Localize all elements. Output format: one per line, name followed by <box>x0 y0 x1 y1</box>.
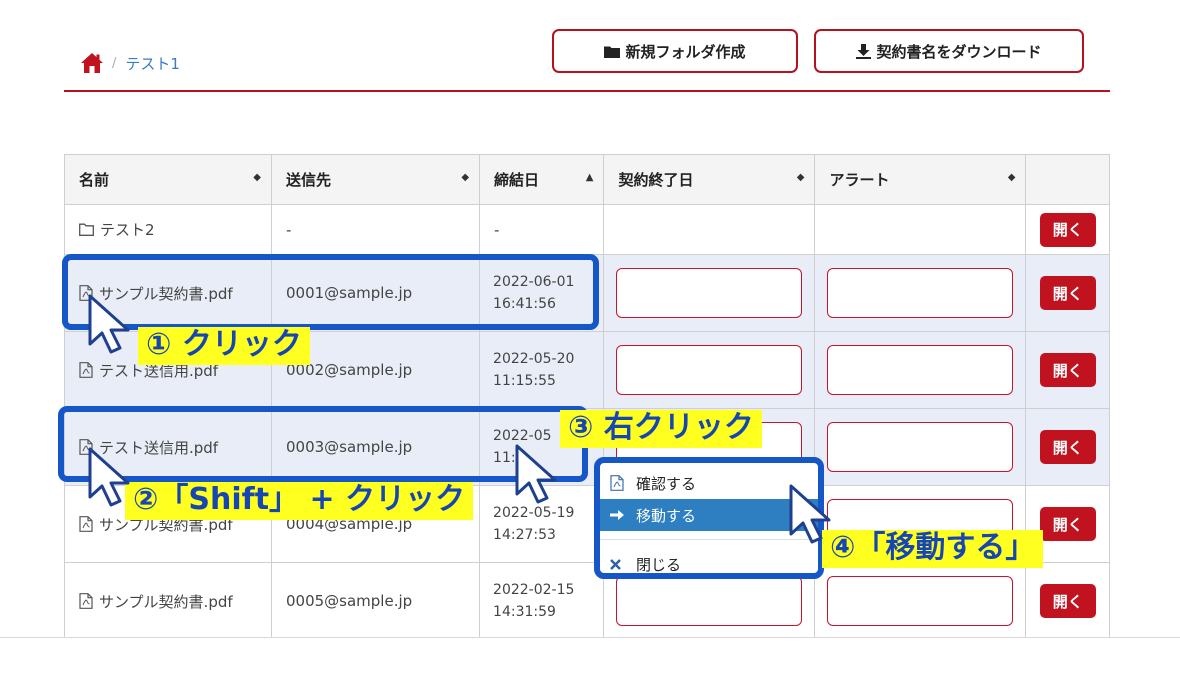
folder-outline-icon <box>79 223 94 236</box>
alert-input[interactable] <box>827 345 1014 395</box>
file-name: テスト2 <box>100 221 155 239</box>
menu-divider <box>600 539 818 540</box>
column-header-concluded-date[interactable]: 締結日 ▲ <box>479 154 605 205</box>
end-date-input[interactable] <box>616 576 803 626</box>
column-header-end-date[interactable]: 契約終了日 ◆ <box>603 154 816 205</box>
page-bottom <box>0 638 1180 690</box>
alert-input[interactable] <box>827 422 1014 472</box>
end-date-input[interactable] <box>616 268 803 318</box>
sort-icon: ◆ <box>461 172 470 183</box>
alert-input[interactable] <box>827 268 1014 318</box>
open-button[interactable]: 開く <box>1039 353 1096 387</box>
download-icon <box>856 43 872 59</box>
open-button[interactable]: 開く <box>1039 276 1096 310</box>
breadcrumb-current[interactable]: テスト1 <box>125 53 180 74</box>
open-button[interactable]: 開く <box>1039 430 1096 464</box>
sort-icon: ◆ <box>253 172 261 183</box>
folder-icon <box>604 45 621 58</box>
menu-item-move[interactable]: 移動する <box>600 499 818 531</box>
column-header-actions <box>1025 154 1110 205</box>
close-icon <box>610 558 628 570</box>
pdf-icon <box>610 475 628 491</box>
cursor-pointer-icon <box>515 444 557 504</box>
pdf-icon <box>79 362 93 378</box>
date-cell: 2022-05-20 11:15:55 <box>479 331 605 409</box>
pdf-icon <box>79 593 93 609</box>
file-name: サンプル契約書.pdf <box>99 592 233 611</box>
table-row[interactable]: テスト2 - - 開く <box>64 204 1110 255</box>
step-1-label: ① クリック <box>138 327 310 365</box>
header-divider <box>64 90 1110 92</box>
date-cell: - <box>479 204 605 255</box>
date-cell: 2022-02-15 14:31:59 <box>479 562 605 640</box>
pdf-icon <box>79 516 93 532</box>
destination-cell: - <box>270 204 481 255</box>
menu-item-confirm[interactable]: 確認する <box>600 467 818 499</box>
home-icon[interactable] <box>80 52 104 74</box>
download-names-label: 契約書名をダウンロード <box>876 42 1042 61</box>
destination-cell: 0005@sample.jp <box>270 562 481 640</box>
sort-icon: ◆ <box>1007 172 1016 183</box>
cursor-pointer-icon <box>88 447 130 507</box>
end-date-input[interactable] <box>616 345 803 395</box>
step-4-label: ④「移動する」 <box>822 530 1044 568</box>
breadcrumb-separator: / <box>112 55 117 71</box>
step-3-label: ③ 右クリック <box>560 410 762 448</box>
end-date-cell <box>603 204 816 255</box>
new-folder-button[interactable]: 新規フォルダ作成 <box>552 29 798 73</box>
step-2-label: ②「Shift」 + クリック <box>125 482 474 520</box>
download-names-button[interactable]: 契約書名をダウンロード <box>814 29 1084 73</box>
sort-icon: ◆ <box>796 172 805 183</box>
open-button[interactable]: 開く <box>1039 584 1096 618</box>
alert-cell <box>814 204 1027 255</box>
column-header-name[interactable]: 名前 ◆ <box>64 154 272 205</box>
open-button[interactable]: 開く <box>1039 507 1096 541</box>
cursor-pointer-icon <box>789 484 831 544</box>
sort-asc-icon: ▲ <box>585 172 594 183</box>
column-header-destination[interactable]: 送信先 ◆ <box>270 154 481 205</box>
new-folder-label: 新規フォルダ作成 <box>625 42 746 61</box>
open-button[interactable]: 開く <box>1039 212 1096 247</box>
footer-divider <box>0 637 1180 638</box>
breadcrumb: / テスト1 <box>80 52 180 74</box>
cursor-pointer-icon <box>88 294 130 354</box>
menu-item-close[interactable]: 閉じる <box>600 548 818 580</box>
alert-input[interactable] <box>827 576 1014 626</box>
column-header-alert[interactable]: アラート ◆ <box>814 154 1027 205</box>
table-row[interactable]: サンプル契約書.pdf 0005@sample.jp 2022-02-15 14:… <box>64 562 1110 640</box>
arrow-right-icon <box>610 509 628 521</box>
